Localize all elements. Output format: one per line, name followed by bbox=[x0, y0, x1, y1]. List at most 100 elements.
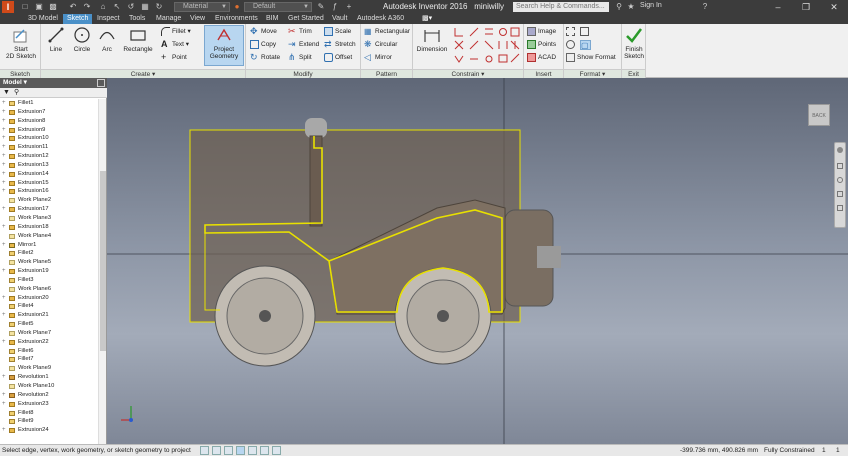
find-icon[interactable]: ⚲ bbox=[14, 88, 19, 96]
expand-icon[interactable]: + bbox=[2, 373, 6, 382]
browser-node[interactable]: Work Plane10 bbox=[0, 382, 98, 391]
search-icon[interactable]: ⚲ bbox=[614, 2, 624, 12]
browser-node[interactable]: + Revolution2 bbox=[0, 391, 98, 400]
browser-node[interactable]: + Extrusion12 bbox=[0, 152, 98, 161]
rotate-button[interactable]: ↻ Rotate bbox=[250, 53, 280, 63]
tab-autodesk-a360[interactable]: Autodesk A360 bbox=[353, 14, 408, 24]
close-button[interactable]: ✕ bbox=[820, 0, 848, 14]
browser-node[interactable]: + Extrusion11 bbox=[0, 143, 98, 152]
browser-node[interactable]: Fillet9 bbox=[0, 417, 98, 426]
expand-icon[interactable]: + bbox=[2, 170, 6, 179]
tab-manage[interactable]: Manage bbox=[152, 14, 185, 24]
zoom-icon[interactable] bbox=[837, 177, 843, 183]
steering-wheel-icon[interactable] bbox=[837, 147, 843, 153]
open-file-icon[interactable]: ▣ bbox=[34, 2, 44, 12]
browser-node[interactable]: + Extrusion23 bbox=[0, 400, 98, 409]
grid-icon[interactable] bbox=[212, 446, 221, 455]
rectangle-button[interactable]: Rectangle bbox=[121, 26, 155, 53]
driven-dimension-button[interactable]: ▢ bbox=[580, 40, 591, 50]
expand-icon[interactable]: + bbox=[2, 241, 6, 250]
help-icon[interactable]: ? bbox=[700, 2, 710, 12]
model-canvas[interactable] bbox=[107, 78, 848, 444]
expand-icon[interactable]: + bbox=[2, 400, 6, 409]
expand-icon[interactable]: + bbox=[2, 117, 6, 126]
browser-node[interactable]: Fillet6 bbox=[0, 347, 98, 356]
select-tool-icon[interactable]: ↖ bbox=[112, 2, 122, 12]
constrain-panel-label[interactable]: Constrain ▾ bbox=[413, 69, 523, 78]
undo-icon[interactable]: ↶ bbox=[68, 2, 78, 12]
browser-node[interactable]: + Extrusion7 bbox=[0, 108, 98, 117]
browser-scrollbar[interactable] bbox=[98, 99, 106, 444]
center-point-button[interactable] bbox=[566, 40, 577, 50]
browser-node[interactable]: Work Plane6 bbox=[0, 285, 98, 294]
browser-node[interactable]: + Extrusion22 bbox=[0, 338, 98, 347]
favorites-icon[interactable]: ★ bbox=[626, 2, 636, 12]
infer-constraints-icon[interactable] bbox=[236, 446, 245, 455]
expand-icon[interactable]: + bbox=[2, 267, 6, 276]
browser-node[interactable]: Fillet5 bbox=[0, 320, 98, 329]
clear-override-icon[interactable]: ✎ bbox=[316, 2, 326, 12]
browser-node[interactable]: Fillet2 bbox=[0, 249, 98, 258]
create-panel-label[interactable]: Create ▾ bbox=[41, 69, 245, 78]
expand-icon[interactable]: + bbox=[2, 311, 6, 320]
move-button[interactable]: ✥ Move bbox=[250, 27, 277, 37]
arc-button[interactable]: Arc bbox=[96, 26, 118, 53]
expand-icon[interactable]: + bbox=[2, 223, 6, 232]
point-button[interactable]: + Point bbox=[161, 53, 187, 63]
tab-inspect[interactable]: Inspect bbox=[93, 14, 124, 24]
browser-node[interactable]: + Revolution1 bbox=[0, 373, 98, 382]
expand-icon[interactable]: + bbox=[2, 179, 6, 188]
rectangular-pattern-button[interactable]: ▦ Rectangular bbox=[364, 27, 410, 37]
appearance-dropdown[interactable]: Default ▼ bbox=[244, 2, 312, 12]
browser-node[interactable]: + Extrusion13 bbox=[0, 161, 98, 170]
circle-button[interactable]: Circle bbox=[70, 26, 94, 53]
look-at-icon[interactable] bbox=[837, 205, 843, 211]
viewcube[interactable]: BACK bbox=[808, 104, 830, 126]
expand-icon[interactable]: + bbox=[2, 294, 6, 303]
line-button[interactable]: Line bbox=[45, 26, 67, 53]
insert-image-button[interactable]: Image bbox=[527, 27, 556, 37]
expand-icon[interactable]: + bbox=[2, 161, 6, 170]
snap-icon[interactable] bbox=[200, 446, 209, 455]
browser-node[interactable]: + Extrusion9 bbox=[0, 126, 98, 135]
orbit-icon[interactable] bbox=[837, 191, 843, 197]
browser-node[interactable]: + Fillet1 bbox=[0, 99, 98, 108]
browser-options-icon[interactable] bbox=[97, 79, 105, 87]
split-button[interactable]: ⋔ Split bbox=[288, 53, 312, 63]
home-icon[interactable]: ⌂ bbox=[98, 2, 108, 12]
browser-node[interactable]: + Mirror1 bbox=[0, 241, 98, 250]
tab-bim[interactable]: BIM bbox=[262, 14, 282, 24]
tab-vault[interactable]: Vault bbox=[328, 14, 351, 24]
expand-icon[interactable]: + bbox=[2, 152, 6, 161]
fillet-button[interactable]: Fillet ▾ bbox=[161, 27, 191, 37]
fx-icon[interactable]: ƒ bbox=[330, 2, 340, 12]
return-icon[interactable]: ↺ bbox=[126, 2, 136, 12]
browser-node[interactable]: Fillet7 bbox=[0, 355, 98, 364]
expand-icon[interactable]: + bbox=[2, 391, 6, 400]
search-input[interactable]: Search Help & Commands... bbox=[513, 2, 609, 12]
expand-icon[interactable]: + bbox=[2, 205, 6, 214]
dimension-button[interactable]: Dimension bbox=[415, 26, 449, 53]
show-dof-icon[interactable] bbox=[260, 446, 269, 455]
browser-node[interactable]: + Extrusion20 bbox=[0, 294, 98, 303]
appearance-icon[interactable]: ● bbox=[232, 2, 242, 12]
expand-icon[interactable]: + bbox=[2, 134, 6, 143]
browser-node[interactable]: Fillet4 bbox=[0, 302, 98, 311]
expand-icon[interactable]: + bbox=[2, 143, 6, 152]
extend-button[interactable]: ⇥ Extend bbox=[288, 40, 319, 50]
pan-icon[interactable] bbox=[837, 163, 843, 169]
inventor-logo-icon[interactable]: I bbox=[2, 1, 14, 13]
browser-node[interactable]: Work Plane3 bbox=[0, 214, 98, 223]
browser-node[interactable]: + Extrusion21 bbox=[0, 311, 98, 320]
expand-icon[interactable]: + bbox=[2, 99, 6, 108]
browser-node[interactable]: + Extrusion24 bbox=[0, 426, 98, 435]
browser-node[interactable]: + Extrusion19 bbox=[0, 267, 98, 276]
new-file-icon[interactable]: □ bbox=[20, 2, 30, 12]
circular-pattern-button[interactable]: ❋ Circular bbox=[364, 40, 397, 50]
insert-points-button[interactable]: Points bbox=[527, 40, 556, 50]
browser-header[interactable]: Model ▾ bbox=[0, 78, 107, 88]
expand-icon[interactable]: + bbox=[2, 187, 6, 196]
material-dropdown[interactable]: Material ▼ bbox=[174, 2, 230, 12]
minimize-button[interactable]: – bbox=[764, 0, 792, 14]
browser-node[interactable]: Fillet8 bbox=[0, 409, 98, 418]
